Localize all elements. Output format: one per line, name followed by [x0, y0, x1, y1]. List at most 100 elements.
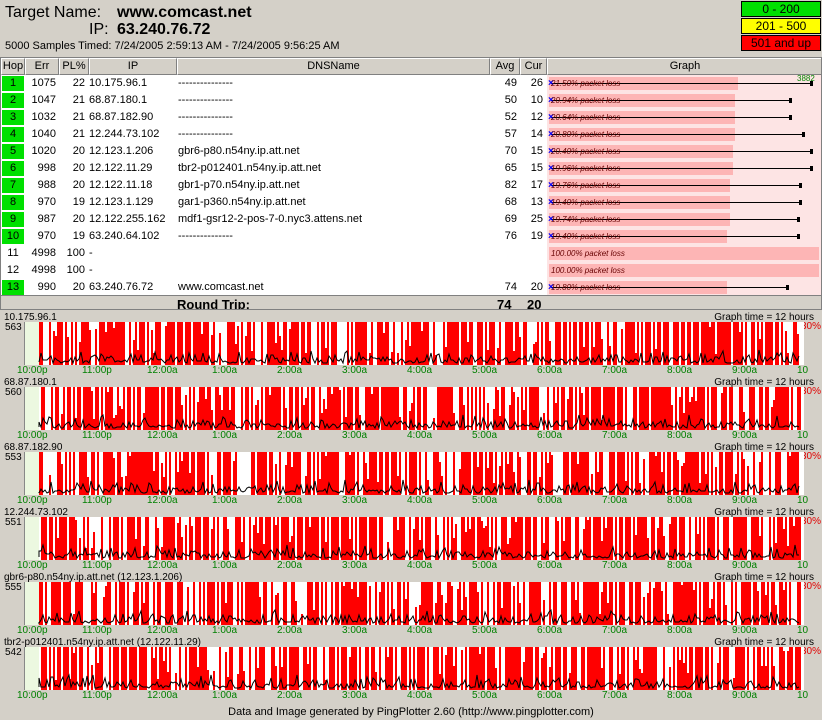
packet-loss-spike — [319, 479, 321, 495]
packet-loss-spike — [425, 387, 427, 430]
packet-loss-spike — [797, 582, 799, 625]
packet-loss-spike — [177, 523, 179, 560]
packet-loss-spike — [61, 517, 63, 560]
packet-loss-spike — [627, 452, 629, 495]
time-axis-tick: 10 — [797, 560, 809, 571]
hop-row[interactable]: 4 1040 21 12.244.73.102 --------------- 57 14 ×… — [1, 126, 821, 143]
packet-loss-spike — [723, 387, 725, 430]
packet-loss-spike — [681, 585, 683, 625]
packet-loss-spike — [97, 663, 99, 690]
ip-address: 12.123.1.206 — [89, 145, 154, 157]
packet-loss-spike — [349, 539, 351, 560]
packet-loss-spike — [575, 517, 577, 560]
packet-loss-spike — [693, 387, 695, 430]
packet-loss-spike — [753, 647, 755, 690]
hop-row[interactable]: 2 1047 21 68.87.180.1 --------------- 50 10 × 20… — [1, 92, 821, 109]
time-graph: tbr2-p012401.n54ny.ip.att.net (12.122.11… — [0, 637, 822, 701]
hop-row[interactable]: 8 970 19 12.123.1.129 gar1-p360.n54ny.ip.att… — [1, 194, 821, 211]
packet-loss-spike — [637, 647, 639, 690]
packet-loss-spike — [355, 582, 357, 625]
packet-loss-spike — [565, 582, 567, 625]
packet-loss-spike — [375, 517, 377, 560]
packet-loss-spike — [129, 322, 131, 365]
hop-row[interactable]: 11 4998 100- 100.00% packet loss — [1, 245, 821, 262]
time-axis-tick: 6:00a — [537, 430, 563, 441]
packet-loss-spike — [595, 517, 597, 560]
y-axis-max: 553 — [5, 452, 22, 463]
dns-name: gbr1-p70.n54ny.ip.att.net — [178, 179, 300, 191]
packet-loss-spike — [191, 526, 193, 560]
err-count: 990 — [37, 281, 56, 293]
hop-row[interactable]: 9 987 20 12.122.255.162 mdf1-gsr12-2-pos-7-0… — [1, 211, 821, 228]
packet-loss-spike — [567, 517, 569, 560]
hop-row[interactable]: 10 970 19 63.240.64.102 --------------- 76 19 ×… — [1, 228, 821, 245]
column-header-dnsname[interactable]: DNSName — [177, 58, 490, 75]
packet-loss-spike — [685, 387, 687, 430]
dns-name: mdf1-gsr12-2-pos-7-0.nyc3.attens.net — [178, 213, 363, 225]
packet-loss-spike — [767, 322, 769, 365]
hop-row[interactable]: 13 990 20 63.240.76.72 www.comcast.net 74 20 × 1… — [1, 279, 821, 296]
packet-loss-spike — [297, 517, 299, 560]
hop-row[interactable]: 5 1020 20 12.123.1.206 gbr6-p80.n54ny.ip.att… — [1, 143, 821, 160]
packet-loss-spike — [475, 452, 477, 495]
packet-loss-spike — [669, 387, 671, 430]
packet-loss-spike — [439, 387, 441, 430]
packet-loss-spike — [129, 517, 131, 560]
cur-latency — [520, 262, 546, 279]
packet-loss-spike — [59, 517, 61, 560]
column-header-avg[interactable]: Avg — [490, 58, 520, 75]
time-axis-tick: 5:00a — [472, 430, 498, 441]
latency-graph-cell: × 19.40% packet loss — [547, 194, 821, 211]
hop-row[interactable]: 3 1032 21 68.87.182.90 --------------- 52 12 × 2… — [1, 109, 821, 126]
round-trip-row: Round Trip: 74 20 — [1, 295, 821, 309]
packet-loss-spike — [417, 647, 419, 690]
target-header: Target Name: www.comcast.net IP: 63.240.… — [0, 0, 822, 57]
packet-loss-spike — [393, 322, 395, 365]
packet-loss-spike — [113, 647, 115, 690]
hop-row[interactable]: 12 4998 100- 100.00% packet loss — [1, 262, 821, 279]
ip-address: 68.87.182.90 — [89, 111, 154, 123]
packet-loss-spike — [41, 647, 43, 690]
packet-loss-spike — [87, 322, 89, 365]
packet-loss-spike — [217, 582, 219, 625]
latency-graph-cell: × 20.80% packet loss — [547, 126, 821, 143]
packet-loss-spike — [289, 647, 291, 690]
table-header: Hop Err PL% IP DNSName Avg Cur Graph — [1, 58, 821, 75]
packet-loss-spike — [385, 452, 387, 495]
hop-row[interactable]: 1 1075 22 10.175.96.1 --------------- 49 26 × 21… — [1, 75, 821, 92]
packet-loss-spike — [779, 582, 781, 625]
packet-loss-spike — [41, 517, 43, 560]
hop-number: 10 — [1, 228, 25, 245]
err-count: 1075 — [31, 77, 56, 89]
packet-loss-spike — [515, 322, 517, 365]
packet-loss-spike — [155, 387, 157, 430]
packet-loss-spike — [743, 647, 745, 690]
column-header-pl[interactable]: PL% — [59, 58, 89, 75]
packet-loss-spike — [197, 402, 199, 430]
packet-loss-spike — [625, 322, 627, 365]
avg-latency: 52 — [504, 111, 517, 123]
column-header-cur[interactable]: Cur — [520, 58, 547, 75]
hop-row[interactable]: 6 998 20 12.122.11.29 tbr2-p012401.n54ny.ip.… — [1, 160, 821, 177]
packet-loss-spike — [413, 322, 415, 365]
y-axis-max: 560 — [5, 387, 22, 398]
packet-loss-spike — [799, 387, 801, 430]
column-header-ip[interactable]: IP — [89, 58, 177, 75]
time-axis-tick: 10:00p — [17, 560, 48, 571]
packet-loss-spike — [751, 322, 753, 365]
packet-loss-spike — [689, 647, 691, 690]
packet-loss-spike — [371, 452, 373, 495]
packet-loss-spike — [695, 582, 697, 625]
packet-loss-spike — [469, 452, 471, 495]
packet-loss-spike — [477, 467, 479, 495]
column-header-hop[interactable]: Hop — [1, 58, 25, 75]
hop-row[interactable]: 7 988 20 12.122.11.18 gbr1-p70.n54ny.ip.att.… — [1, 177, 821, 194]
column-header-graph[interactable]: Graph — [547, 58, 821, 75]
column-header-err[interactable]: Err — [25, 58, 59, 75]
packet-loss-spike — [119, 406, 121, 430]
packet-loss-spike — [799, 517, 801, 560]
packet-loss-percent: 19 — [72, 230, 85, 242]
err-count: 1020 — [31, 145, 56, 157]
packet-loss-spike — [317, 452, 319, 495]
packet-loss-spike — [137, 517, 139, 560]
